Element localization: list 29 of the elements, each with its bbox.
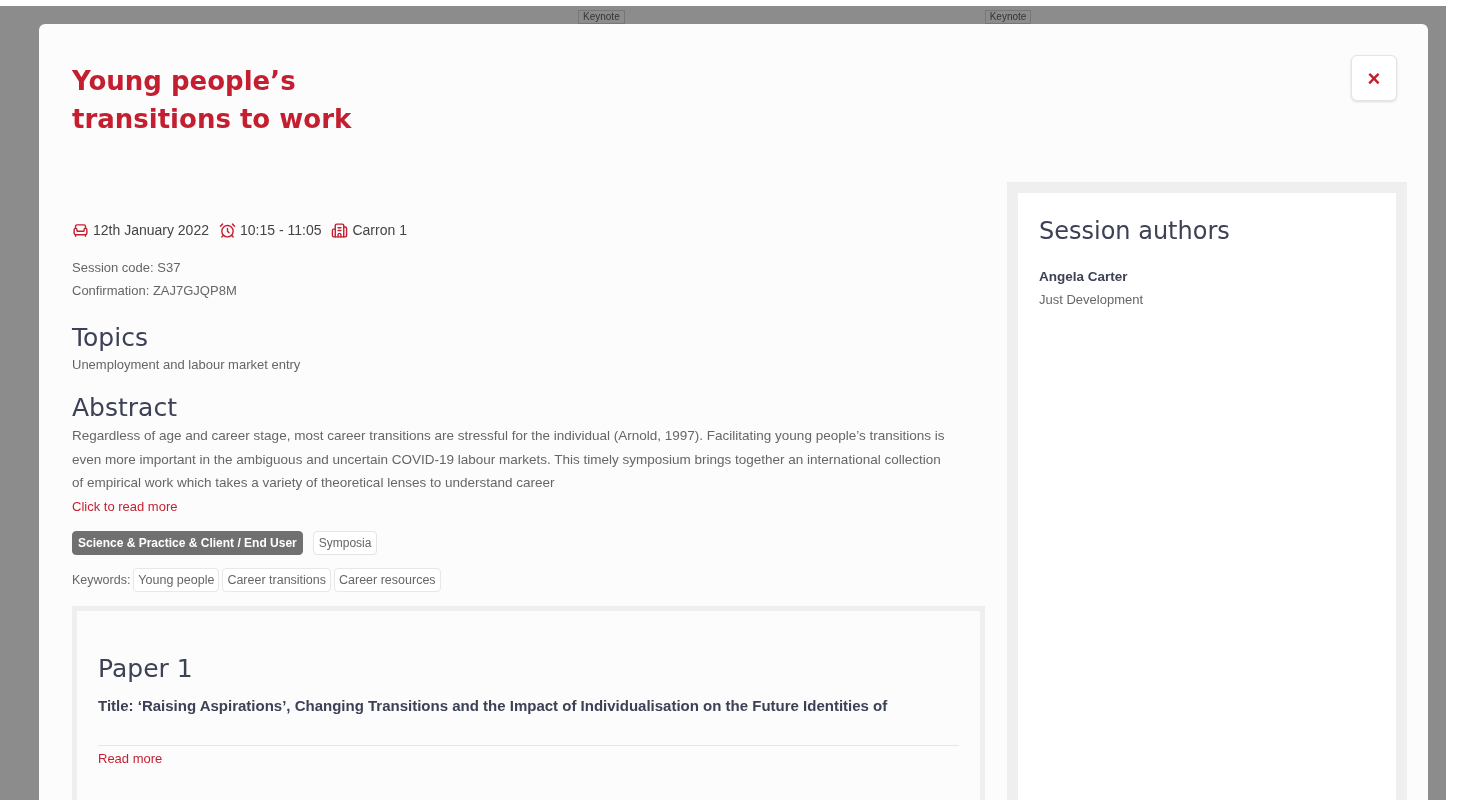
authors-heading: Session authors: [1039, 216, 1231, 247]
keyword-tag: Career resources: [334, 567, 441, 593]
session-date: 12th January 2022: [93, 221, 209, 240]
paper-heading: Paper 1: [98, 653, 194, 686]
topics-text: Unemployment and labour market entry: [72, 356, 302, 374]
keywords-label: Keywords:: [72, 571, 131, 589]
session-code: Session code: S37: [72, 259, 182, 277]
read-more-link[interactable]: Click to read more: [72, 494, 178, 519]
section-heading: Abstract: [72, 392, 178, 424]
keyword-tag: Young people: [133, 567, 220, 593]
chair-icon: [72, 222, 89, 239]
alarm-clock-icon: [219, 222, 236, 239]
modal-title: Young people’s transitions to work: [72, 65, 352, 136]
author-organisation: Just Development: [1039, 291, 1145, 309]
abstract-text: Regardless of age and career stage, most career transitions are stressful for the individual (Arnold, 1997). Facilitating young people’s transitions is even more important in the ambiguous and uncertain COVID-19 labour markets. This timely symposium brings together an international collection of empirical work which takes a variety of theoretical lenses to understand career: [72, 427, 946, 492]
read-more-link[interactable]: Read more: [98, 747, 163, 772]
building-icon: [331, 222, 349, 239]
keyword-tag: Career transitions: [222, 567, 332, 593]
session-time: 10:15 - 11:05: [240, 221, 322, 240]
confirmation-code: Confirmation: ZAJ7GJQP8M: [72, 282, 238, 300]
category-tag: Science & Practice & Client / End User: [72, 530, 303, 555]
author-name: Angela Carter: [1039, 268, 1129, 286]
background-tag: Keynote: [984, 10, 1032, 24]
paper-title: Title: ‘Raising Aspirations’, Changing Transitions and the Impact of Individualisation on the Future Identities of: [98, 696, 889, 717]
close-button[interactable]: ×: [1351, 55, 1397, 101]
section-heading: Topics: [72, 322, 149, 354]
background-tag: Keynote: [578, 10, 625, 24]
session-room: Carron 1: [352, 221, 407, 240]
category-tag: Symposia: [312, 530, 378, 555]
